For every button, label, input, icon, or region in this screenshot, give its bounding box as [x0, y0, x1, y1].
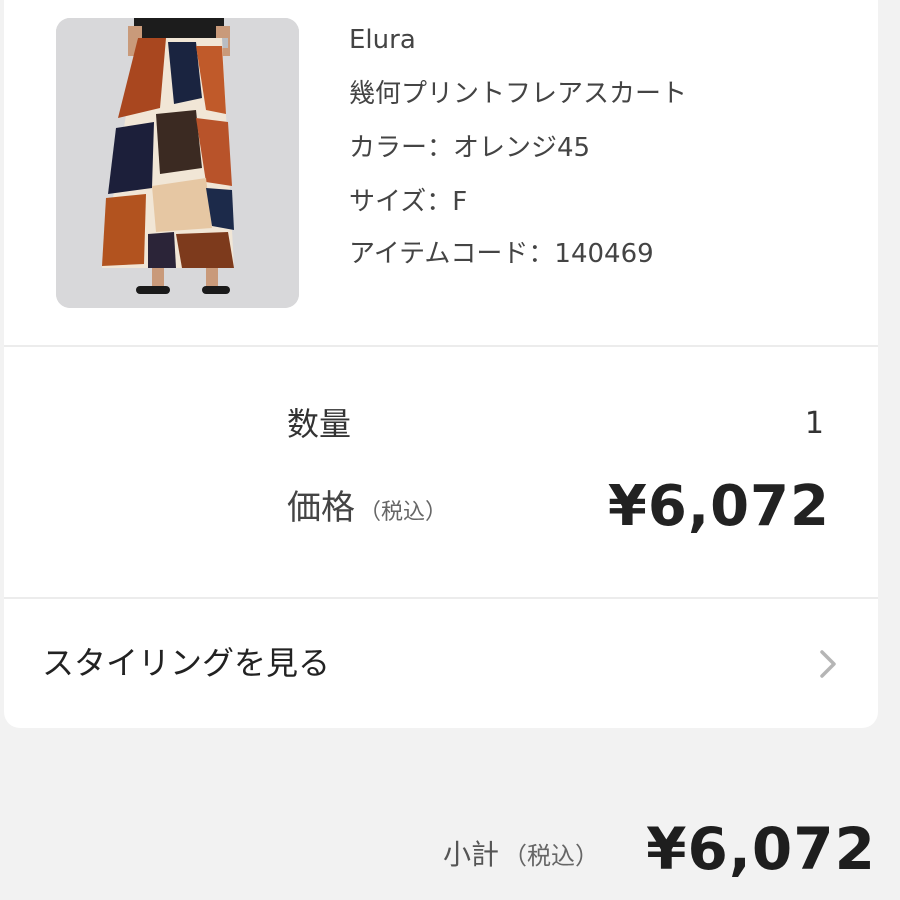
product-color: カラー：オレンジ45	[349, 133, 591, 163]
quantity-value: 1	[804, 406, 824, 441]
product-image[interactable]	[56, 18, 299, 308]
subtotal-label: 小計 （税込）	[443, 836, 599, 875]
view-styling-label: スタイリングを見る	[42, 644, 331, 682]
price-value: ¥6,072	[607, 474, 830, 539]
item-code: アイテムコード：140469	[349, 239, 654, 269]
price-label-text: 価格	[287, 488, 355, 528]
skirt-photo	[56, 18, 299, 308]
subtotal-value: ¥6,072	[646, 815, 876, 883]
subtotal-label-text: 小計	[443, 838, 500, 871]
brand-name: Elura	[349, 25, 416, 55]
product-size: サイズ：F	[349, 187, 468, 217]
product-name: 幾何プリントフレアスカート	[349, 79, 688, 109]
quantity-label: 数量	[287, 405, 352, 443]
chevron-right-icon	[820, 650, 836, 678]
price-label: 価格 （税込）	[287, 485, 447, 536]
subtotal-tax-note: （税込）	[503, 842, 600, 870]
divider	[4, 597, 878, 599]
tax-note: （税込）	[359, 500, 448, 525]
divider	[4, 345, 878, 347]
view-styling-link[interactable]: スタイリングを見る	[4, 600, 878, 728]
